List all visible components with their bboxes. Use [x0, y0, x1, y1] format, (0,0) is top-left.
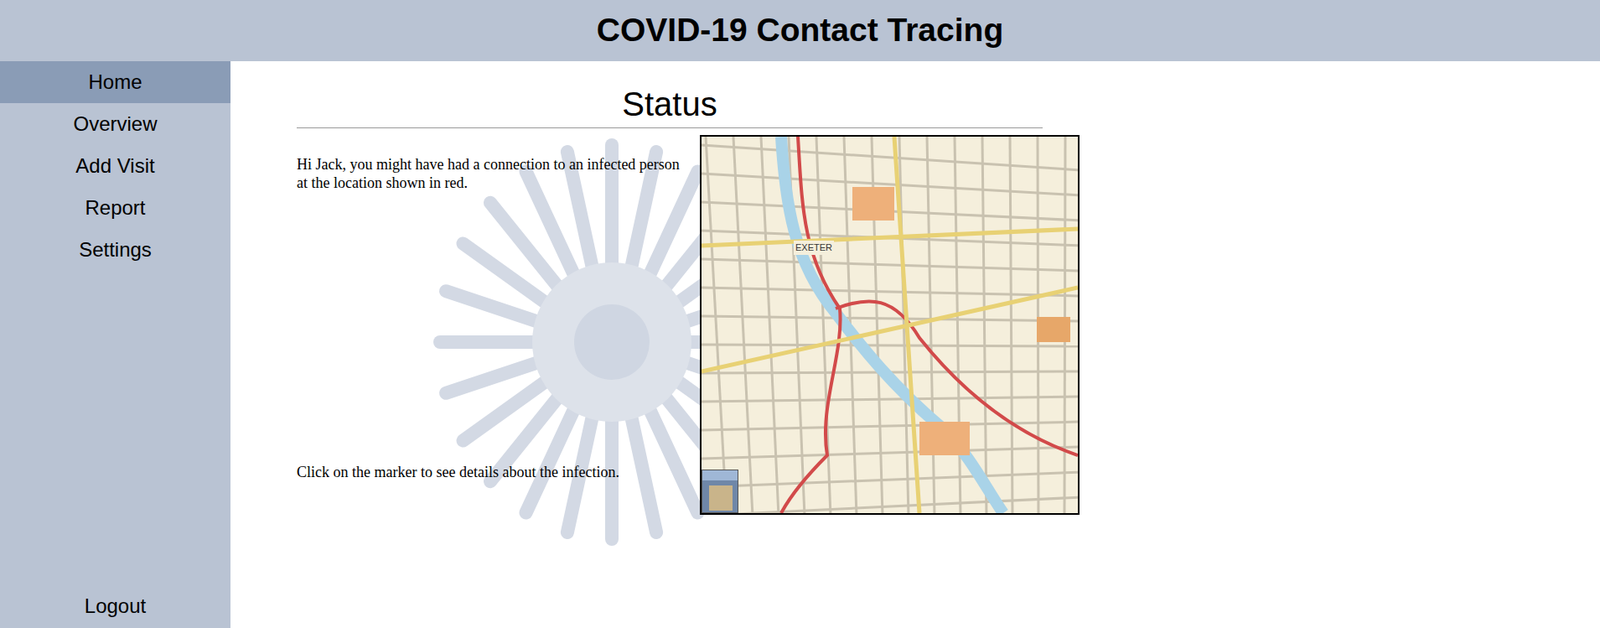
sidebar-item[interactable]: Add Visit — [0, 144, 231, 187]
sidebar-item-label: Settings — [78, 234, 152, 265]
page-header: COVID-19 Contact Tracing — [0, 0, 1600, 62]
sidebar-item[interactable]: Overview — [0, 103, 231, 145]
logout-button[interactable]: Logout — [0, 585, 231, 627]
sidebar-item-label: Overview — [72, 108, 157, 140]
sidebar-item-label: Add Visit — [75, 150, 155, 182]
sidebar-item[interactable]: Settings — [0, 228, 231, 271]
sidebar-item[interactable]: Report — [0, 186, 231, 229]
sidebar: Home Overview Add Visit Report Settings Logou… — [0, 61, 231, 628]
map-label: EXETER — [793, 240, 834, 255]
sidebar-item-label: Home — [88, 67, 142, 98]
infection-marker[interactable] — [701, 469, 739, 513]
status-heading: Status — [296, 83, 1043, 125]
map-instruction: Click on the marker to see details about… — [296, 462, 680, 482]
divider — [296, 127, 1043, 129]
sidebar-item-label: Report — [84, 192, 145, 223]
app-title: COVID-19 Contact Tracing — [596, 5, 1004, 56]
infection-map[interactable]: EXETER — [699, 134, 1080, 515]
sidebar-item[interactable]: Home — [0, 61, 231, 104]
status-message: Hi Jack, you might have had a connection… — [296, 155, 680, 192]
main-content: Status Hi Jack, you might have had a conn… — [230, 61, 1600, 628]
